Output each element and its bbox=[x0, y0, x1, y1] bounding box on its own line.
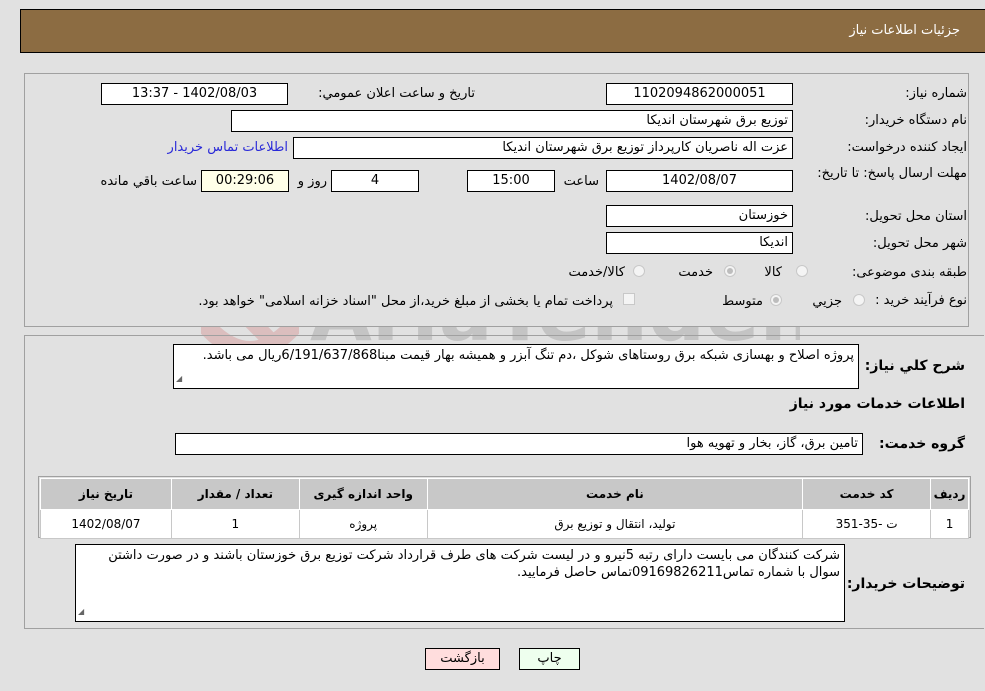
category-label: طبقه بندی موضوعی: bbox=[851, 265, 967, 280]
back-button[interactable]: بازگشت bbox=[425, 648, 500, 670]
deadline-time-label: ساعت bbox=[563, 174, 599, 189]
col-header-unit: واحد اندازه گیری bbox=[298, 478, 428, 510]
resize-grip-icon[interactable]: ◢ bbox=[176, 370, 182, 387]
remaining-time-field: 00:29:06 bbox=[201, 170, 289, 192]
print-button[interactable]: چاپ bbox=[519, 648, 580, 670]
process-radio-minor[interactable] bbox=[853, 294, 865, 306]
process-radio-medium[interactable] bbox=[770, 294, 782, 306]
col-header-row-number: ردیف bbox=[930, 478, 969, 510]
cell-need-date: 1402/08/07 bbox=[40, 509, 172, 539]
services-section-title: اطلاعات خدمات مورد نیاز bbox=[789, 396, 965, 412]
cell-service-name: تولید، انتقال و توزیع برق bbox=[426, 509, 804, 539]
remaining-time-label: ساعت باقي مانده bbox=[100, 174, 197, 189]
buyer-org-field: توزیع برق شهرستان اندیکا bbox=[231, 110, 793, 132]
process-option-minor: جزيي bbox=[812, 294, 842, 309]
category-radio-service[interactable] bbox=[724, 265, 736, 277]
deadline-label: مهلت ارسال پاسخ: تا تاریخ: bbox=[817, 166, 967, 181]
table-row: 1 ت -35-351 تولید، انتقال و توزیع برق پر… bbox=[40, 509, 969, 539]
cell-service-code: ت -35-351 bbox=[802, 509, 932, 539]
city-label: شهر محل تحویل: bbox=[872, 236, 967, 251]
buyer-notes-text: شرکت کنندگان می بایست دارای رتبه 5نیرو و… bbox=[108, 548, 840, 580]
description-textarea[interactable]: پروژه اصلاح و بهسازی شبکه برق روستاهای ش… bbox=[173, 344, 859, 389]
col-header-need-date: تاریخ نیاز bbox=[40, 478, 172, 510]
buyer-notes-label: توضیحات خریدار: bbox=[846, 576, 965, 592]
cell-quantity: 1 bbox=[170, 509, 300, 539]
table-header-row: ردیف کد خدمت نام خدمت واحد اندازه گیری ت… bbox=[40, 478, 969, 510]
page-title: جزئیات اطلاعات نیاز bbox=[849, 23, 960, 38]
col-header-quantity: تعداد / مقدار bbox=[170, 478, 300, 510]
description-text: پروژه اصلاح و بهسازی شبکه برق روستاهای ش… bbox=[202, 348, 854, 363]
category-option-service: خدمت bbox=[678, 265, 713, 280]
service-group-field: تامین برق، گاز، بخار و تهویه هوا bbox=[175, 433, 863, 455]
need-number-label: شماره نیاز: bbox=[905, 86, 967, 101]
treasury-note: پرداخت تمام یا بخشی از مبلغ خرید،از محل … bbox=[198, 294, 613, 309]
col-header-service-code: کد خدمت bbox=[802, 478, 932, 510]
province-field: خوزستان bbox=[606, 205, 793, 227]
cell-row-number: 1 bbox=[930, 509, 969, 539]
category-option-goods-service: کالا/خدمت bbox=[568, 265, 625, 280]
province-label: استان محل تحویل: bbox=[865, 209, 967, 224]
service-group-label: گروه خدمت: bbox=[879, 436, 965, 452]
treasury-checkbox[interactable] bbox=[623, 293, 635, 305]
requester-field: عزت اله ناصریان کارپرداز توزیع برق شهرست… bbox=[293, 137, 793, 159]
days-label: روز و bbox=[297, 174, 327, 189]
city-field: اندیکا bbox=[606, 232, 793, 254]
process-option-medium: متوسط bbox=[722, 294, 763, 309]
description-label: شرح کلي نیاز: bbox=[864, 358, 965, 374]
category-radio-goods[interactable] bbox=[796, 265, 808, 277]
process-type-label: نوع فرآیند خرید : bbox=[875, 293, 967, 308]
announce-datetime-label: تاریخ و ساعت اعلان عمومي: bbox=[318, 86, 475, 101]
remaining-days-field: 4 bbox=[331, 170, 419, 192]
buyer-contact-link[interactable]: اطلاعات تماس خریدار bbox=[168, 140, 288, 155]
deadline-time-field: 15:00 bbox=[467, 170, 555, 192]
category-radio-goods-service[interactable] bbox=[633, 265, 645, 277]
announce-datetime-field: 1402/08/03 - 13:37 bbox=[101, 83, 288, 105]
page-header: جزئیات اطلاعات نیاز bbox=[20, 9, 985, 53]
deadline-date-field: 1402/08/07 bbox=[606, 170, 793, 192]
services-table: ردیف کد خدمت نام خدمت واحد اندازه گیری ت… bbox=[40, 478, 969, 539]
category-option-goods: کالا bbox=[764, 265, 782, 280]
buyer-org-label: نام دستگاه خریدار: bbox=[864, 113, 967, 128]
need-number-field: 1102094862000051 bbox=[606, 83, 793, 105]
cell-unit: پروژه bbox=[298, 509, 428, 539]
col-header-service-name: نام خدمت bbox=[426, 478, 804, 510]
buyer-notes-textarea[interactable]: شرکت کنندگان می بایست دارای رتبه 5نیرو و… bbox=[75, 544, 845, 622]
resize-grip-icon[interactable]: ◢ bbox=[78, 603, 84, 620]
requester-label: ایجاد کننده درخواست: bbox=[847, 140, 967, 155]
